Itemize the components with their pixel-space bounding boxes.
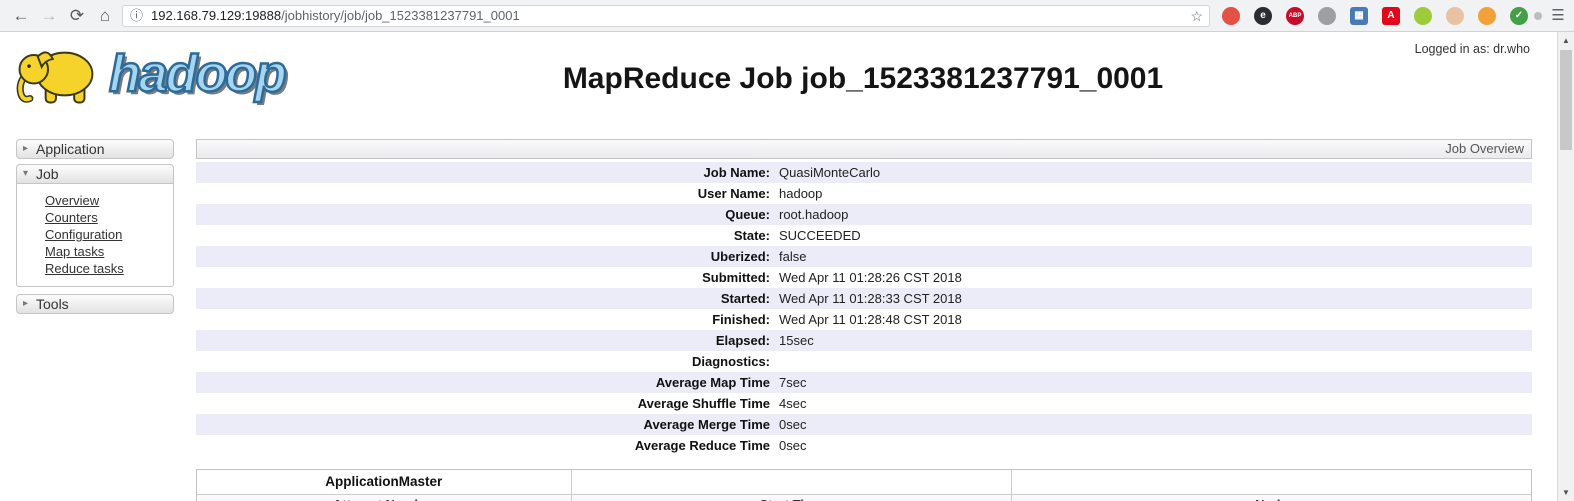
info-label: State:	[196, 225, 774, 246]
info-row: Average Map Time7sec	[196, 372, 1532, 393]
sidebar-section-application[interactable]: ▸ Application	[16, 139, 174, 159]
info-row: Submitted:Wed Apr 11 01:28:26 CST 2018	[196, 267, 1532, 288]
extension-orange-icon[interactable]	[1478, 7, 1496, 25]
sidebar-section-job[interactable]: ▾ Job	[16, 164, 174, 184]
sidebar-section-label: Job	[36, 166, 59, 182]
browser-toolbar: ← → ⟳ ⌂ ⓘ 192.168.79.129:19888/jobhistor…	[0, 0, 1574, 32]
info-label: Average Map Time	[196, 372, 774, 393]
info-value: 0sec	[774, 414, 806, 435]
sidebar-job-panel: Overview Counters Configuration Map task…	[16, 184, 174, 287]
info-label: Queue:	[196, 204, 774, 225]
info-label: Average Shuffle Time	[196, 393, 774, 414]
info-value: 7sec	[774, 372, 806, 393]
logged-in-status: Logged in as: dr.who	[1415, 42, 1530, 56]
extension-blue-grid-icon[interactable]: ▦	[1350, 7, 1368, 25]
am-col-node[interactable]: Node	[1011, 495, 1531, 501]
url-host: 192.168.79.129:19888	[151, 8, 281, 23]
info-row: Started:Wed Apr 11 01:28:33 CST 2018	[196, 288, 1532, 309]
am-col-start-time[interactable]: Start Time	[571, 495, 1011, 501]
page-info-icon[interactable]: ⓘ	[130, 6, 143, 26]
info-label: Average Reduce Time	[196, 435, 774, 456]
job-overview-header: Job Overview	[196, 139, 1532, 159]
am-caption-row: ApplicationMaster	[197, 470, 1531, 494]
extension-dark-circle[interactable]: e	[1254, 7, 1272, 25]
info-label: Uberized:	[196, 246, 774, 267]
info-label: Average Merge Time	[196, 414, 774, 435]
scroll-down-button[interactable]: ▼	[1558, 484, 1574, 501]
info-row: Average Shuffle Time4sec	[196, 393, 1532, 414]
sidebar-item-configuration[interactable]: Configuration	[45, 226, 173, 243]
info-row: State:SUCCEEDED	[196, 225, 1532, 246]
info-label: Job Name:	[196, 162, 774, 183]
application-master-table: ApplicationMaster Attempt Number Start T…	[196, 469, 1532, 501]
page-title: MapReduce Job job_1523381237791_0001	[196, 62, 1530, 96]
scrollbar-thumb[interactable]	[1560, 50, 1572, 150]
info-value: root.hadoop	[774, 204, 848, 225]
extension-green-circle-icon[interactable]	[1414, 7, 1432, 25]
sidebar-section-label: Application	[36, 141, 105, 157]
info-row: Diagnostics:	[196, 351, 1532, 372]
scrollbar[interactable]: ▲ ▼	[1557, 32, 1574, 501]
info-label: Diagnostics:	[196, 351, 774, 372]
url-path: /jobhistory/job/job_1523381237791_0001	[281, 8, 520, 23]
info-value: Wed Apr 11 01:28:48 CST 2018	[774, 309, 962, 330]
refresh-button[interactable]: ⟳	[64, 3, 90, 29]
extension-gray-sphere-icon[interactable]	[1318, 7, 1336, 25]
extension-tan-circle-icon[interactable]	[1446, 7, 1464, 25]
info-value	[774, 351, 779, 372]
am-col-attempt-number[interactable]: Attempt Number	[197, 495, 571, 501]
main-content: Job Overview Job Name:QuasiMonteCarlo Us…	[196, 139, 1532, 501]
info-value: 15sec	[774, 330, 814, 351]
info-row: Uberized:false	[196, 246, 1532, 267]
sidebar-section-label: Tools	[36, 296, 69, 312]
am-header-row: Attempt Number Start Time Node	[197, 494, 1531, 501]
info-value: 4sec	[774, 393, 806, 414]
info-row: Finished:Wed Apr 11 01:28:48 CST 2018	[196, 309, 1532, 330]
jobhistory-page: Logged in as: dr.who hadoop MapReduce Jo…	[0, 32, 1574, 501]
info-value: Wed Apr 11 01:28:33 CST 2018	[774, 288, 962, 309]
sidebar-item-overview[interactable]: Overview	[45, 192, 173, 209]
info-label: Finished:	[196, 309, 774, 330]
info-value: QuasiMonteCarlo	[774, 162, 880, 183]
info-row: Elapsed:15sec	[196, 330, 1532, 351]
back-button[interactable]: ←	[8, 3, 34, 29]
sidebar-nav: ▸ Application ▾ Job Overview Counters Co…	[16, 139, 174, 314]
info-label: User Name:	[196, 183, 774, 204]
info-value: false	[774, 246, 806, 267]
sidebar-section-tools[interactable]: ▸ Tools	[16, 294, 174, 314]
extension-check-icon[interactable]: ✓	[1510, 7, 1528, 25]
extension-red-circle[interactable]	[1222, 7, 1240, 25]
info-row: User Name:hadoop	[196, 183, 1532, 204]
hadoop-elephant-icon	[14, 42, 109, 106]
sidebar-item-map-tasks[interactable]: Map tasks	[45, 243, 173, 260]
forward-button[interactable]: →	[36, 3, 62, 29]
scroll-up-button[interactable]: ▲	[1558, 32, 1574, 49]
info-row: Average Merge Time0sec	[196, 414, 1532, 435]
sidebar-item-reduce-tasks[interactable]: Reduce tasks	[45, 260, 173, 277]
url-bar[interactable]: ⓘ 192.168.79.129:19888/jobhistory/job/jo…	[122, 5, 1210, 27]
extension-abp-icon[interactable]: ABP	[1286, 7, 1304, 25]
sidebar-item-counters[interactable]: Counters	[45, 209, 173, 226]
info-label: Started:	[196, 288, 774, 309]
info-row: Queue:root.hadoop	[196, 204, 1532, 225]
info-value: Wed Apr 11 01:28:26 CST 2018	[774, 267, 962, 288]
info-row: Job Name:QuasiMonteCarlo	[196, 162, 1532, 183]
url-text: 192.168.79.129:19888/jobhistory/job/job_…	[151, 6, 520, 26]
extension-gray-dot-icon[interactable]	[1534, 12, 1542, 20]
job-overview-table: Job Name:QuasiMonteCarlo User Name:hadoo…	[196, 162, 1532, 456]
info-value: hadoop	[774, 183, 822, 204]
info-value: SUCCEEDED	[774, 225, 861, 246]
extension-adobe-icon[interactable]: A	[1382, 7, 1400, 25]
browser-menu-icon[interactable]: ☰	[1546, 3, 1570, 29]
home-button[interactable]: ⌂	[92, 3, 118, 29]
chevron-down-icon: ▾	[23, 165, 28, 183]
am-caption: ApplicationMaster	[197, 470, 571, 494]
info-label: Submitted:	[196, 267, 774, 288]
info-row: Average Reduce Time0sec	[196, 435, 1532, 456]
bookmark-star-icon[interactable]: ☆	[1190, 6, 1203, 26]
info-label: Elapsed:	[196, 330, 774, 351]
chevron-right-icon: ▸	[23, 140, 28, 158]
info-value: 0sec	[774, 435, 806, 456]
chevron-right-icon: ▸	[23, 295, 28, 313]
